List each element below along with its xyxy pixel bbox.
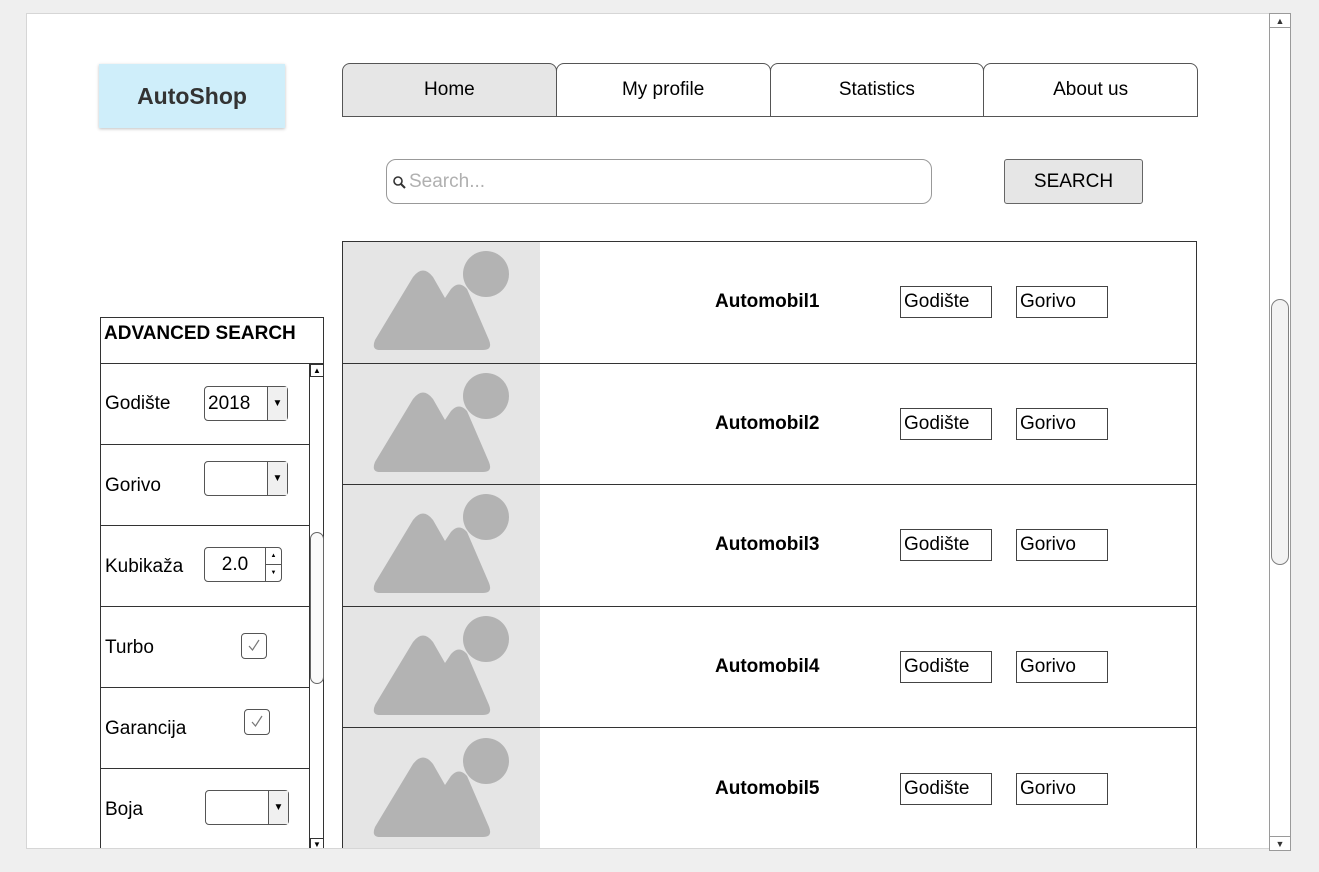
godiste-select[interactable]: 2018 ▼ <box>204 386 288 421</box>
car-name[interactable]: Automobil4 <box>715 656 820 678</box>
car-year-field: Godište <box>900 407 992 440</box>
car-list-item[interactable]: Automobil5 Godište Gorivo <box>343 728 1196 848</box>
tab-about-us[interactable]: About us <box>983 63 1198 117</box>
kubikaza-value: 2.0 <box>221 553 249 575</box>
scroll-down-icon[interactable]: ▼ <box>1270 836 1290 850</box>
filter-row-turbo: Turbo <box>101 607 309 688</box>
car-list-item[interactable]: Automobil1 Godište Gorivo <box>343 242 1196 364</box>
scroll-down-icon[interactable]: ▼ <box>310 838 324 848</box>
image-placeholder-icon <box>343 606 540 728</box>
car-fuel-field: Gorivo <box>1016 286 1108 319</box>
stepper-up-icon[interactable]: ▲ <box>266 548 281 565</box>
search-button[interactable]: SEARCH <box>1004 159 1143 204</box>
advanced-search-panel: ADVANCED SEARCH Godište 2018 ▼ Gorivo ▼ … <box>100 317 324 848</box>
advanced-search-scrollbar[interactable]: ▲ ▼ <box>309 364 324 848</box>
chevron-down-icon[interactable]: ▼ <box>268 791 288 824</box>
godiste-value: 2018 <box>208 392 251 414</box>
car-year-field: Godište <box>900 772 992 805</box>
turbo-checkbox[interactable] <box>241 633 267 659</box>
filter-label-godiste: Godište <box>105 393 171 414</box>
car-name[interactable]: Automobil3 <box>715 534 820 556</box>
checkmark-icon <box>248 639 260 651</box>
stepper-down-icon[interactable]: ▼ <box>266 565 281 581</box>
car-list-item[interactable]: Automobil3 Godište Gorivo <box>343 485 1196 607</box>
image-placeholder-icon <box>343 728 540 848</box>
car-name[interactable]: Automobil2 <box>715 413 820 435</box>
filter-row-kubikaza: Kubikaža 2.0 ▲ ▼ <box>101 526 309 607</box>
boja-select[interactable]: ▼ <box>205 790 289 825</box>
filter-row-boja: Boja ▼ <box>101 769 309 848</box>
nav-tabs: Home My profile Statistics About us <box>342 63 1198 117</box>
chevron-down-icon[interactable]: ▼ <box>267 387 287 420</box>
car-name[interactable]: Automobil5 <box>715 778 820 800</box>
filter-label-gorivo: Gorivo <box>105 475 161 496</box>
scrollbar-thumb[interactable] <box>1271 299 1289 565</box>
scrollbar-thumb[interactable] <box>310 532 324 684</box>
scroll-up-icon[interactable]: ▲ <box>1270 14 1290 28</box>
filter-row-gorivo: Gorivo ▼ <box>101 445 309 526</box>
search-field <box>386 159 932 204</box>
page-canvas: AutoShop Home My profile Statistics Abou… <box>26 13 1269 849</box>
page-scrollbar[interactable]: ▲ ▼ <box>1269 13 1291 851</box>
filter-row-garancija: Garancija <box>101 688 309 769</box>
checkmark-icon <box>251 715 263 727</box>
filter-label-garancija: Garancija <box>105 718 187 739</box>
image-placeholder-icon <box>343 242 540 363</box>
garancija-checkbox[interactable] <box>244 709 270 735</box>
filter-label-boja: Boja <box>105 799 144 820</box>
gorivo-select[interactable]: ▼ <box>204 461 288 496</box>
search-input[interactable] <box>409 170 909 193</box>
search-icon <box>391 174 407 190</box>
car-year-field: Godište <box>900 651 992 684</box>
tab-my-profile[interactable]: My profile <box>555 63 771 117</box>
car-year-field: Godište <box>900 529 992 562</box>
tab-home[interactable]: Home <box>342 63 557 117</box>
kubikaza-stepper[interactable]: 2.0 ▲ ▼ <box>204 547 282 582</box>
filter-label-kubikaza: Kubikaža <box>105 556 184 577</box>
car-list-item[interactable]: Automobil2 Godište Gorivo <box>343 363 1196 486</box>
car-fuel-field: Gorivo <box>1016 407 1108 440</box>
filter-label-turbo: Turbo <box>105 637 154 658</box>
tab-statistics[interactable]: Statistics <box>769 63 985 117</box>
car-list-item[interactable]: Automobil4 Godište Gorivo <box>343 606 1196 729</box>
car-year-field: Godište <box>900 286 992 319</box>
car-fuel-field: Gorivo <box>1016 651 1108 684</box>
image-placeholder-icon <box>343 363 540 485</box>
car-list: Automobil1 Godište Gorivo Automobil2 God… <box>342 241 1197 848</box>
image-placeholder-icon <box>343 485 540 606</box>
car-fuel-field: Gorivo <box>1016 772 1108 805</box>
car-fuel-field: Gorivo <box>1016 529 1108 562</box>
chevron-down-icon[interactable]: ▼ <box>267 462 287 495</box>
advanced-search-title: ADVANCED SEARCH <box>101 318 323 364</box>
scroll-up-icon[interactable]: ▲ <box>310 364 324 377</box>
filter-row-godiste: Godište 2018 ▼ <box>101 364 309 445</box>
car-name[interactable]: Automobil1 <box>715 291 820 313</box>
logo[interactable]: AutoShop <box>99 64 285 128</box>
